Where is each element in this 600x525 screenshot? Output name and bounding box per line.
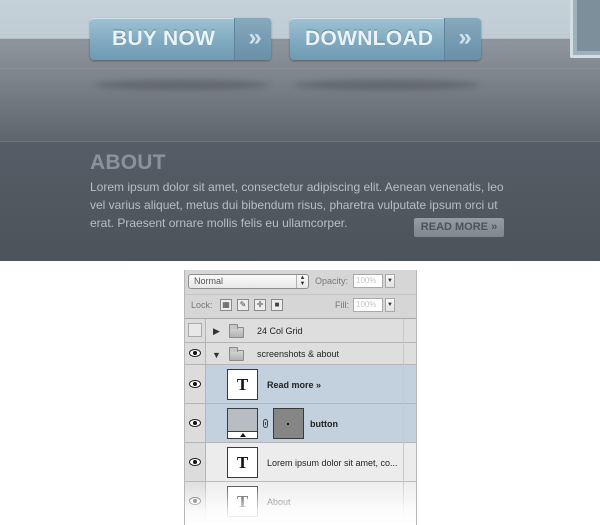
opacity-dropdown-button[interactable]: ▼ — [385, 274, 395, 288]
blend-toolbar: Normal ▲ ▼ Opacity: 100% ▼ — [185, 270, 416, 295]
download-button[interactable]: DOWNLOAD » — [290, 18, 481, 60]
visibility-toggle[interactable] — [188, 323, 202, 337]
blend-mode-select[interactable]: Normal ▲ ▼ — [188, 274, 309, 289]
layer-thumbnail: T — [227, 447, 258, 478]
fill-label: Fill: — [335, 300, 349, 310]
blend-mode-value: Normal — [194, 276, 224, 286]
layer-name: Lorem ipsum dolor sit amet, co... — [267, 458, 398, 468]
lock-all-icon[interactable]: ■ — [271, 299, 283, 311]
screenshot-frame — [570, 0, 600, 58]
about-heading: ABOUT — [90, 151, 166, 174]
layer-name: About — [267, 497, 291, 507]
layer-name: button — [310, 419, 338, 429]
layer-thumbnail: T — [227, 486, 258, 517]
folder-icon — [229, 324, 244, 338]
type-layer-icon: T — [236, 492, 249, 511]
opacity-field[interactable]: 100% — [353, 274, 383, 288]
eye-icon[interactable] — [189, 458, 201, 466]
layer-name: Read more » — [267, 380, 322, 390]
button-reflection — [94, 80, 270, 90]
double-chevron-icon: » — [234, 18, 271, 60]
lock-transparency-icon[interactable]: ▦ — [220, 299, 232, 311]
eye-icon[interactable] — [189, 419, 201, 427]
fill-dropdown-button[interactable]: ▼ — [385, 298, 395, 312]
download-label: DOWNLOAD — [305, 27, 434, 50]
type-layer-icon: T — [236, 453, 249, 472]
web-mockup: BUY NOW » DOWNLOAD » ABOUT Lorem ipsum d… — [0, 0, 600, 261]
eye-icon[interactable] — [189, 349, 201, 357]
folder-icon — [229, 347, 244, 361]
layer-name: 24 Col Grid — [257, 326, 303, 336]
visibility-cell — [185, 343, 206, 364]
shape-thumbnail — [227, 408, 258, 439]
lock-toolbar: Lock: ▦ ✎ ✛ ■ Fill: 100% ▼ — [185, 294, 416, 319]
visibility-cell — [185, 443, 206, 481]
layer-row-button[interactable]: button — [185, 404, 416, 443]
type-layer-icon: T — [236, 375, 249, 394]
lock-label: Lock: — [191, 300, 213, 310]
vector-mask-thumbnail — [273, 408, 304, 439]
layer-row-screenshots-about[interactable]: ▼ screenshots & about — [185, 343, 416, 365]
buy-now-button[interactable]: BUY NOW » — [90, 18, 271, 60]
layers-panel: Normal ▲ ▼ Opacity: 100% ▼ Lock: ▦ ✎ ✛ ■ … — [184, 270, 417, 525]
button-reflection — [294, 80, 480, 90]
up-down-arrows-icon: ▲ ▼ — [296, 275, 308, 288]
chain-link-icon[interactable] — [263, 419, 268, 428]
eye-icon[interactable] — [189, 497, 201, 505]
visibility-cell — [185, 404, 206, 442]
opacity-label: Opacity: — [315, 276, 349, 286]
shape-marker-icon — [240, 433, 246, 437]
disclosure-right-icon[interactable]: ▶ — [213, 326, 220, 336]
fill-field[interactable]: 100% — [353, 298, 383, 312]
layer-row-about[interactable]: T About — [185, 482, 416, 521]
layer-row-24-col-grid[interactable]: ▶ 24 Col Grid — [185, 319, 416, 343]
eye-icon[interactable] — [189, 380, 201, 388]
layer-row-read-more[interactable]: T Read more » — [185, 365, 416, 404]
visibility-cell — [185, 482, 206, 520]
layers-list: ▶ 24 Col Grid ▼ screenshots & about T Re… — [185, 319, 416, 525]
read-more-button[interactable]: READ MORE » — [414, 218, 504, 237]
layer-name: screenshots & about — [257, 349, 340, 359]
disclosure-down-icon[interactable]: ▼ — [212, 350, 221, 360]
lock-move-icon[interactable]: ✛ — [254, 299, 266, 311]
layer-row-lorem-ipsum[interactable]: T Lorem ipsum dolor sit amet, co... — [185, 443, 416, 482]
layer-thumbnail: T — [227, 369, 258, 400]
lock-paint-brush-icon[interactable]: ✎ — [237, 299, 249, 311]
scroll-divider — [403, 319, 404, 525]
hero-divider — [0, 68, 600, 69]
buy-now-label: BUY NOW — [112, 27, 216, 50]
visibility-cell — [185, 319, 206, 342]
double-chevron-icon: » — [444, 18, 481, 60]
visibility-cell — [185, 365, 206, 403]
